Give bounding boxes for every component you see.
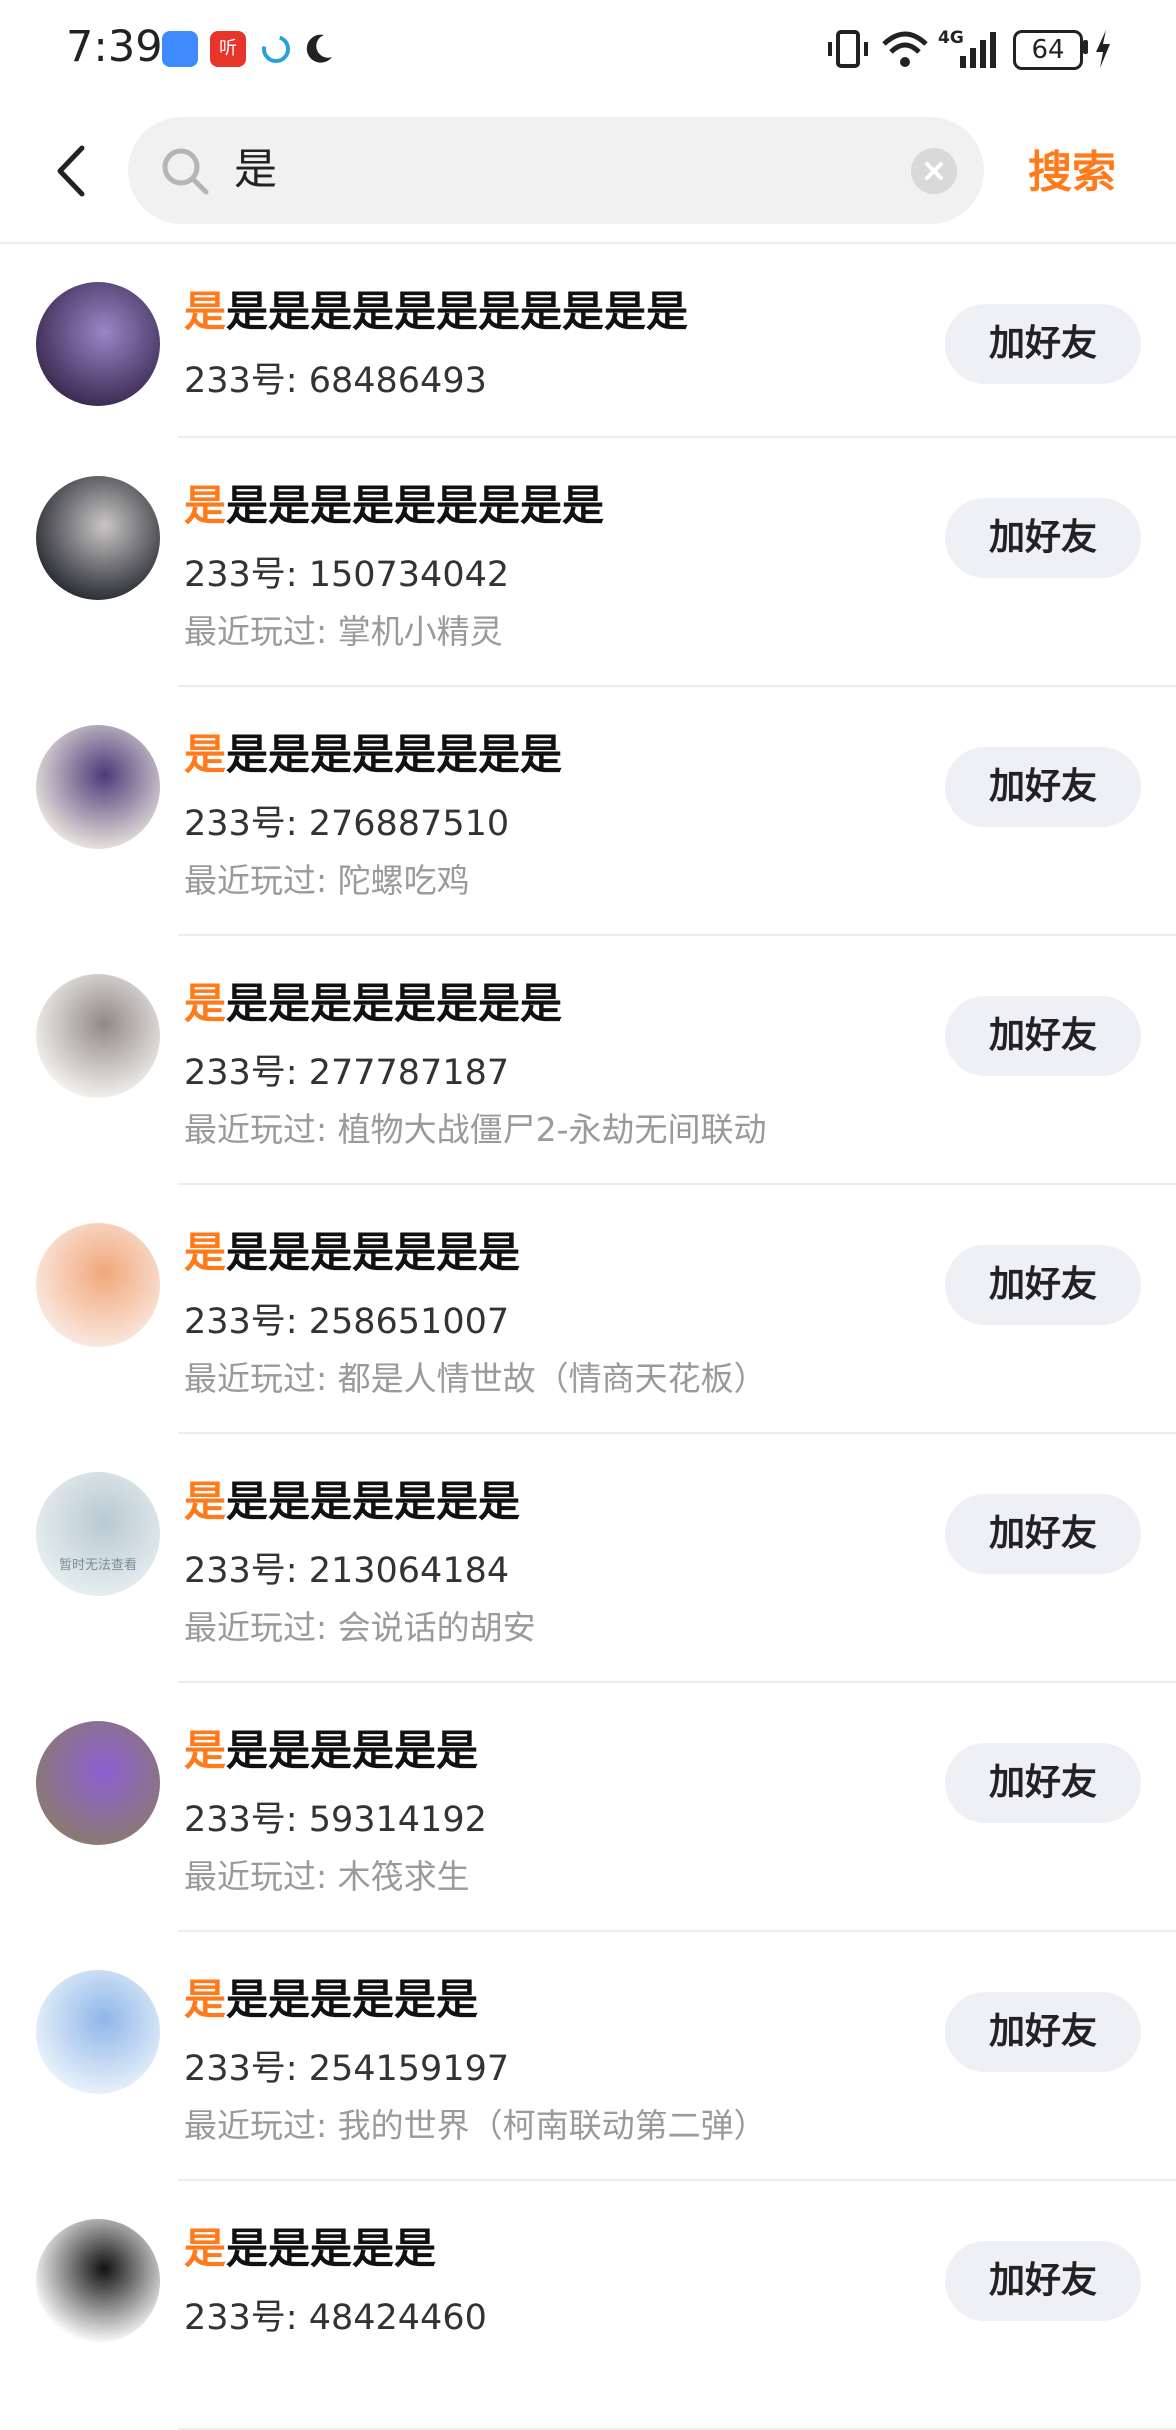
name-rest: 是是是是是是是: [226, 1477, 521, 1526]
user-name[interactable]: 是是是是是是是是是: [184, 970, 562, 1031]
recently-played: 最近玩过: 都是人情世故（情商天花板）: [184, 1359, 767, 1398]
result-row[interactable]: 是是是是是是是是 233号: 258651007 最近玩过: 都是人情世故（情商天花…: [0, 1185, 1176, 1434]
avatar[interactable]: 暂时无法查看: [36, 1472, 160, 1596]
user-id: 233号: 277787187: [184, 1053, 510, 1093]
user-name[interactable]: 是是是是是是是: [184, 1966, 478, 2027]
result-row[interactable]: 暂时无法查看 是是是是是是是是 233号: 213064184 最近玩过: 会说话的胡…: [0, 1434, 1176, 1683]
recently-played: 最近玩过: 木筏求生: [184, 1857, 470, 1896]
add-friend-button[interactable]: 加好友: [945, 996, 1141, 1076]
vibrate-icon: [828, 30, 868, 68]
name-rest: 是是是是是是是: [226, 1228, 521, 1277]
avatar-caption: 暂时无法查看: [58, 1558, 137, 1573]
recently-played: 最近玩过: 植物大战僵尸2-永劫无间联动: [184, 1110, 767, 1149]
name-rest: 是是是是是是是是是是是: [226, 287, 689, 336]
name-highlight: 是: [184, 2224, 227, 2273]
search-icon: [162, 148, 209, 195]
user-name[interactable]: 是是是是是是是是: [184, 1219, 520, 1280]
name-highlight: 是: [184, 1975, 227, 2024]
result-row[interactable]: 是是是是是是 233号: 48424460 加好友: [0, 2181, 1176, 2430]
user-name[interactable]: 是是是是是是是是是是: [184, 472, 604, 533]
status-time: 7:39: [66, 22, 163, 72]
signal-icon: [960, 32, 996, 68]
name-highlight: 是: [184, 1726, 227, 1775]
user-id: 233号: 68486493: [184, 361, 487, 401]
result-row[interactable]: 是是是是是是是是是是是是 233号: 68486493 加好友: [0, 244, 1176, 438]
search-box[interactable]: 是: [128, 117, 984, 224]
recently-played: 最近玩过: 会说话的胡安: [184, 1608, 536, 1647]
result-row[interactable]: 是是是是是是是 233号: 59314192 最近玩过: 木筏求生 加好友: [0, 1683, 1176, 1932]
avatar[interactable]: [36, 1223, 160, 1347]
name-highlight: 是: [184, 730, 227, 779]
status-bar: 7:39 听 4G 64: [0, 0, 1176, 100]
swirl-icon: [262, 35, 290, 63]
name-rest: 是是是是是是是是: [226, 979, 563, 1028]
name-rest: 是是是是是: [226, 2224, 437, 2273]
user-id: 233号: 254159197: [184, 2049, 510, 2089]
search-results-list: 是是是是是是是是是是是是 233号: 68486493 加好友 是是是是是是是是是是 2…: [0, 244, 1176, 2430]
user-name[interactable]: 是是是是是是是是是是是是: [184, 278, 688, 339]
add-friend-button[interactable]: 加好友: [945, 1992, 1141, 2072]
avatar[interactable]: [36, 974, 160, 1098]
add-friend-button[interactable]: 加好友: [945, 498, 1141, 578]
user-id: 233号: 276887510: [184, 804, 510, 844]
user-id: 233号: 150734042: [184, 555, 510, 595]
name-rest: 是是是是是是: [226, 1975, 479, 2024]
result-row[interactable]: 是是是是是是是 233号: 254159197 最近玩过: 我的世界（柯南联动第二弹…: [0, 1932, 1176, 2181]
add-friend-button[interactable]: 加好友: [945, 2241, 1141, 2321]
user-id: 233号: 258651007: [184, 1302, 510, 1342]
avatar[interactable]: [36, 2219, 160, 2343]
name-rest: 是是是是是是是是是: [226, 481, 605, 530]
search-input[interactable]: 是: [234, 135, 884, 205]
name-highlight: 是: [184, 1228, 227, 1277]
add-friend-button[interactable]: 加好友: [945, 747, 1141, 827]
avatar[interactable]: [36, 1970, 160, 2094]
user-id: 233号: 48424460: [184, 2298, 487, 2338]
add-friend-button[interactable]: 加好友: [945, 304, 1141, 384]
clear-icon[interactable]: [911, 148, 957, 194]
search-button[interactable]: 搜索: [1028, 136, 1116, 200]
avatar[interactable]: [36, 725, 160, 849]
search-header: 是 搜索: [0, 100, 1176, 244]
battery-tip: [1083, 40, 1088, 54]
result-row[interactable]: 是是是是是是是是是 233号: 276887510 最近玩过: 陀螺吃鸡 加好友: [0, 687, 1176, 936]
cloud-icon: [162, 31, 198, 67]
name-highlight: 是: [184, 1477, 227, 1526]
user-name[interactable]: 是是是是是是: [184, 2215, 436, 2276]
app-icon: 听: [210, 31, 246, 67]
name-highlight: 是: [184, 979, 227, 1028]
name-highlight: 是: [184, 481, 227, 530]
avatar[interactable]: [36, 476, 160, 600]
add-friend-button[interactable]: 加好友: [945, 1494, 1141, 1574]
battery-icon: 64: [1013, 30, 1083, 70]
avatar[interactable]: [36, 282, 160, 406]
name-rest: 是是是是是是是是: [226, 730, 563, 779]
add-friend-button[interactable]: 加好友: [945, 1743, 1141, 1823]
recently-played: 最近玩过: 陀螺吃鸡: [184, 861, 470, 900]
moon-icon: [306, 34, 332, 63]
user-name[interactable]: 是是是是是是是是: [184, 1468, 520, 1529]
name-highlight: 是: [184, 287, 227, 336]
charging-icon: [1096, 30, 1110, 68]
user-id: 233号: 59314192: [184, 1800, 487, 1840]
user-id: 233号: 213064184: [184, 1551, 510, 1591]
user-name[interactable]: 是是是是是是是: [184, 1717, 478, 1778]
result-row[interactable]: 是是是是是是是是是 233号: 277787187 最近玩过: 植物大战僵尸2-永劫…: [0, 936, 1176, 1185]
user-name[interactable]: 是是是是是是是是是: [184, 721, 562, 782]
back-arrow-icon[interactable]: [48, 142, 94, 200]
recently-played: 最近玩过: 我的世界（柯南联动第二弹）: [184, 2106, 767, 2145]
wifi-icon: [882, 31, 928, 67]
avatar[interactable]: [36, 1721, 160, 1845]
add-friend-button[interactable]: 加好友: [945, 1245, 1141, 1325]
result-row[interactable]: 是是是是是是是是是是 233号: 150734042 最近玩过: 掌机小精灵 加好友: [0, 438, 1176, 687]
name-rest: 是是是是是是: [226, 1726, 479, 1775]
recently-played: 最近玩过: 掌机小精灵: [184, 612, 503, 651]
